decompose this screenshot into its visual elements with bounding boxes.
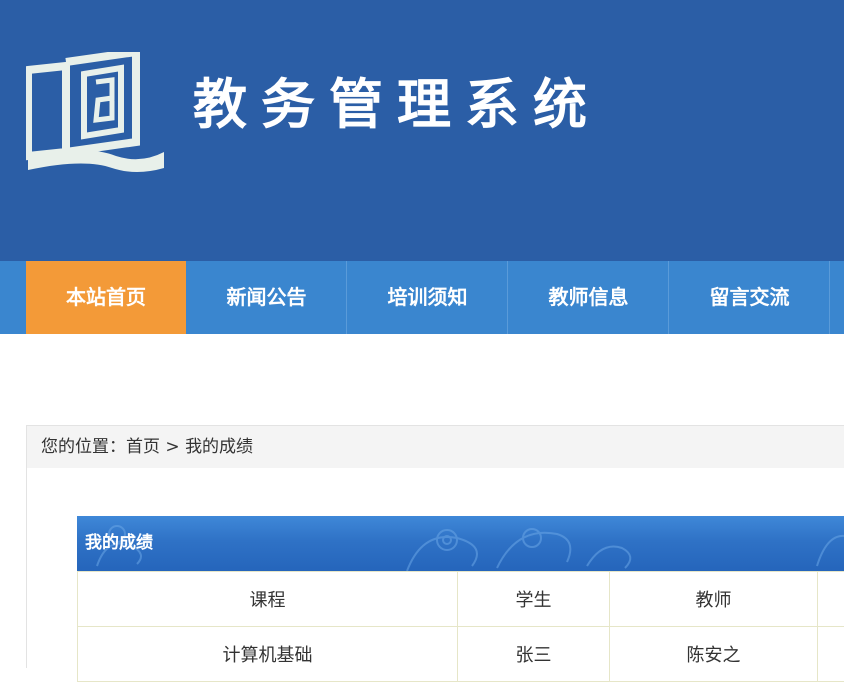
column-header-more: [818, 572, 844, 627]
grades-title: 我的成绩: [85, 516, 153, 571]
breadcrumb-current: 我的成绩: [185, 437, 253, 457]
book-logo-icon: [26, 52, 166, 172]
breadcrumb: 您的位置：首页 > 我的成绩: [27, 426, 844, 468]
column-header-student: 学生: [458, 572, 610, 627]
cell-more: [818, 627, 844, 682]
site-title: 教务管理系统: [193, 70, 601, 140]
table-row: 计算机基础 张三 陈安之: [78, 627, 844, 682]
column-header-course: 课程: [78, 572, 458, 627]
site-header: 教务管理系统: [0, 0, 844, 261]
nav-item-home[interactable]: 本站首页: [26, 261, 186, 334]
grades-header: 我的成绩: [77, 516, 844, 571]
nav-item-training[interactable]: 培训须知: [348, 261, 508, 334]
nav-item-messages[interactable]: 留言交流: [670, 261, 830, 334]
breadcrumb-separator: >: [160, 437, 185, 457]
nav-item-news[interactable]: 新闻公告: [187, 261, 347, 334]
grades-table: 课程 学生 教师 计算机基础 张三 陈安之: [77, 571, 844, 682]
nav-item-teachers[interactable]: 教师信息: [509, 261, 669, 334]
breadcrumb-prefix: 您的位置：: [41, 437, 126, 457]
cell-course: 计算机基础: [78, 627, 458, 682]
column-header-teacher: 教师: [610, 572, 818, 627]
cell-student: 张三: [458, 627, 610, 682]
content-panel: 您的位置：首页 > 我的成绩 我的成绩: [26, 425, 844, 668]
table-header-row: 课程 学生 教师: [78, 572, 844, 627]
main-nav: 本站首页 新闻公告 培训须知 教师信息 留言交流: [0, 261, 844, 334]
grades-section: 我的成绩 课程 学生 教师 计算机基础 张三 陈安之: [77, 516, 844, 669]
breadcrumb-home-link[interactable]: 首页: [126, 437, 160, 457]
ornament-pattern-icon: [77, 516, 844, 571]
cell-teacher: 陈安之: [610, 627, 818, 682]
